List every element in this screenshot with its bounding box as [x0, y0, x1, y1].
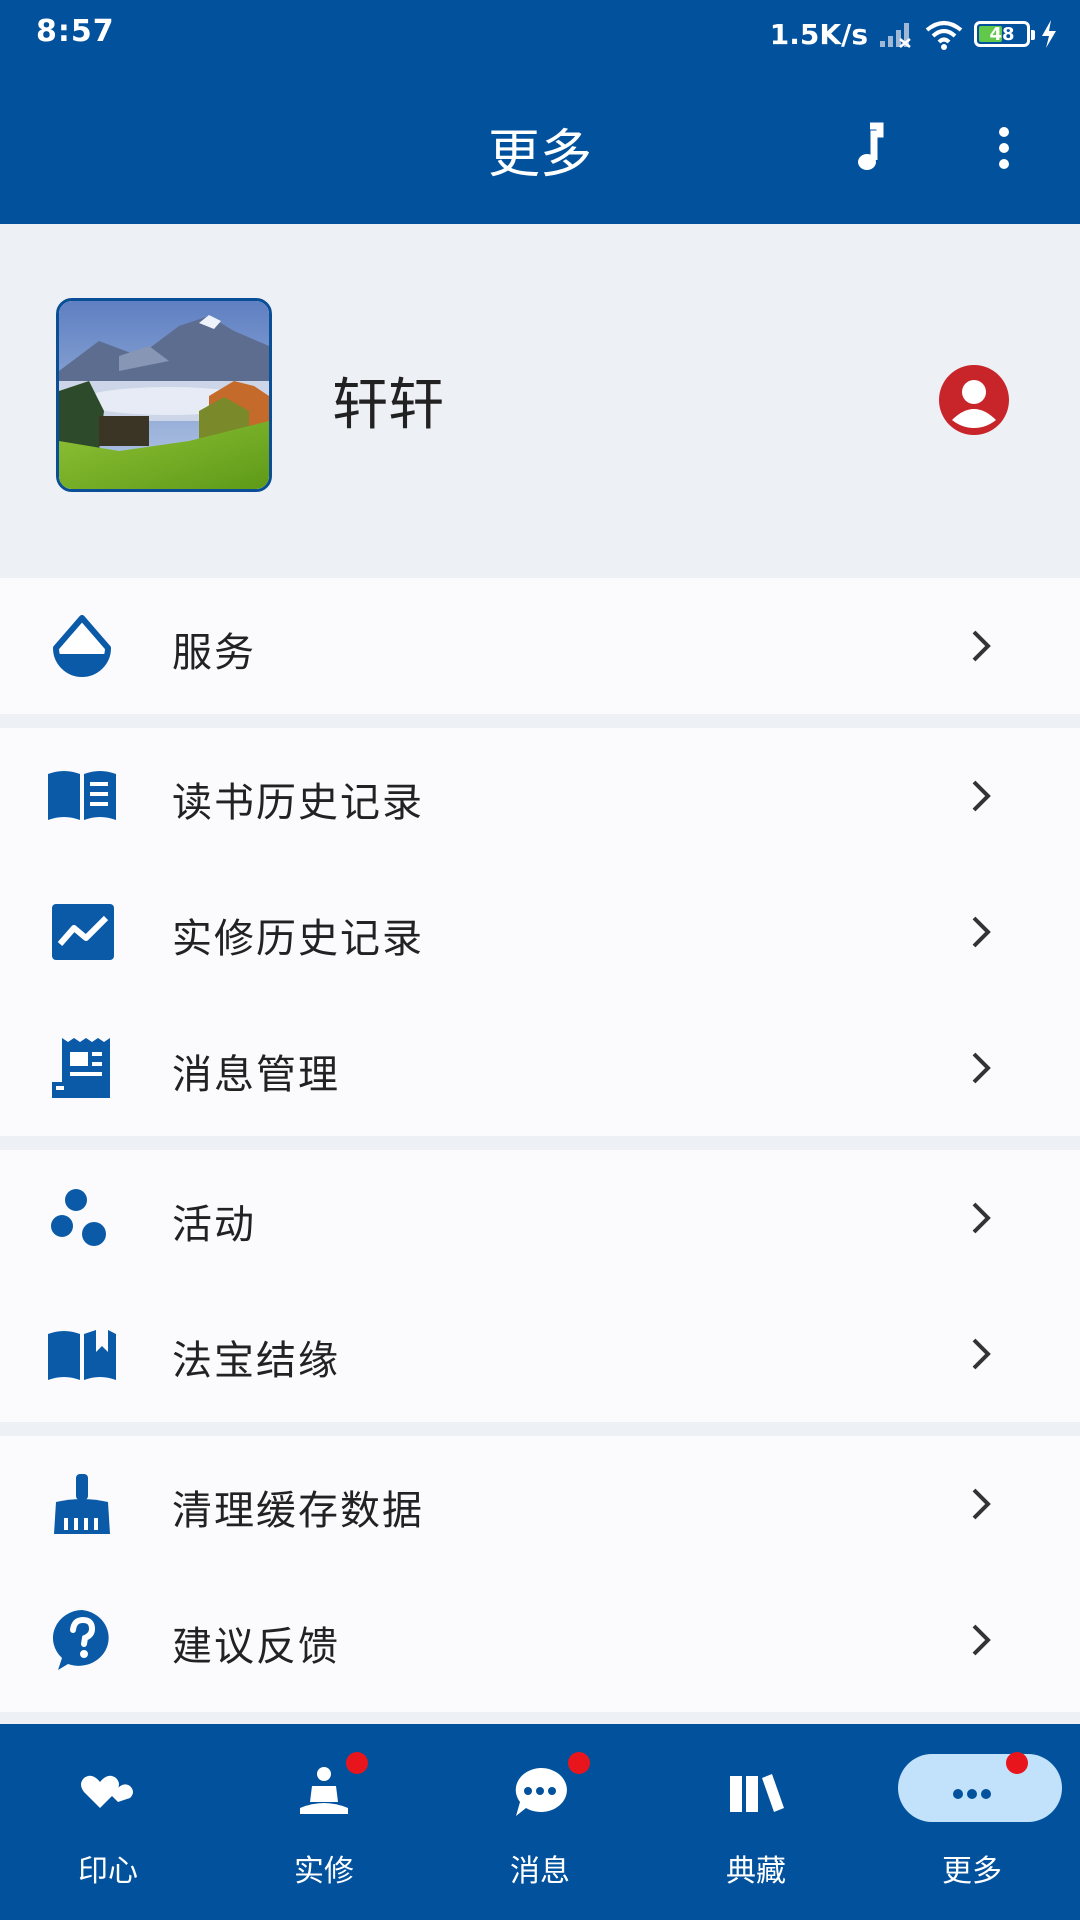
menu-item-clear-cache[interactable]: 清理缓存数据: [0, 1436, 1080, 1572]
wifi-icon: [925, 21, 963, 50]
tab-diancang[interactable]: 典藏: [648, 1724, 864, 1920]
menu-item-feedback[interactable]: 建议反馈: [0, 1572, 1080, 1708]
hearts-icon: [81, 1775, 133, 1808]
chevron-right-icon: [972, 916, 991, 948]
charging-icon: [1042, 20, 1056, 48]
network-speed: 1.5K/s: [769, 17, 868, 51]
battery-level: 48: [989, 23, 1015, 45]
tab-label: 实修: [294, 1854, 354, 1889]
broom-icon: [54, 1474, 110, 1534]
chat-bubble-icon: [515, 1767, 567, 1816]
receipt-icon: [52, 1038, 110, 1098]
tab-label: 典藏: [726, 1854, 786, 1889]
drop-service-icon: [53, 615, 111, 677]
menu-item-service[interactable]: 服务: [0, 578, 1080, 714]
bottom-tab-bar: 印心 实修 消息 典藏 更多: [0, 1724, 1080, 1920]
activity-dots-icon: [51, 1189, 106, 1246]
page-title: 更多: [487, 125, 592, 185]
more-horizontal-icon: [953, 1789, 991, 1799]
music-note-icon[interactable]: [840, 118, 900, 178]
tab-label: 消息: [510, 1854, 570, 1889]
more-vertical-icon[interactable]: [980, 118, 1028, 178]
chevron-right-icon: [972, 1624, 991, 1656]
status-bar: 8:57 1.5K/s 48: [0, 0, 1080, 68]
avatar[interactable]: [56, 298, 272, 492]
menu-item-label: 读书历史记录: [172, 780, 424, 826]
profile-header: 轩轩: [0, 224, 1080, 578]
battery-icon: 48: [974, 21, 1035, 47]
menu-item-activities[interactable]: 活动: [0, 1150, 1080, 1286]
chevron-right-icon: [972, 1488, 991, 1520]
menu-item-label: 消息管理: [172, 1052, 340, 1098]
status-time: 8:57: [36, 14, 115, 49]
tab-yinxin[interactable]: 印心: [0, 1724, 216, 1920]
menu-item-practice-history[interactable]: 实修历史记录: [0, 864, 1080, 1000]
tab-xiaoxi[interactable]: 消息: [432, 1724, 648, 1920]
open-book-icon: [48, 771, 116, 820]
chevron-right-icon: [972, 1202, 991, 1234]
chevron-right-icon: [972, 1052, 991, 1084]
menu-item-label: 活动: [172, 1202, 256, 1248]
menu-item-label: 服务: [172, 630, 256, 676]
notification-badge: [346, 1752, 368, 1774]
cell-signal-icon: [880, 23, 911, 48]
chevron-right-icon: [972, 780, 991, 812]
meditation-icon: [300, 1767, 348, 1814]
status-indicators: 1.5K/s 48: [770, 14, 1058, 54]
books-icon: [730, 1774, 784, 1812]
tab-label: 更多: [942, 1854, 1002, 1889]
menu-item-label: 实修历史记录: [172, 916, 424, 962]
notification-badge: [1006, 1752, 1028, 1774]
menu-item-dharma-treasure[interactable]: 法宝结缘: [0, 1286, 1080, 1422]
menu-item-label: 建议反馈: [172, 1624, 340, 1670]
user-circle-icon[interactable]: [938, 364, 1010, 436]
app-bar: 更多: [0, 68, 1080, 224]
menu-item-reading-history[interactable]: 读书历史记录: [0, 728, 1080, 864]
menu-group-4: 清理缓存数据 建议反馈: [0, 1436, 1080, 1712]
menu-group-1: 服务: [0, 578, 1080, 714]
username: 轩轩: [332, 373, 444, 438]
open-book-bookmark-icon: [48, 1330, 116, 1380]
menu-group-2: 读书历史记录 实修历史记录 消息管理: [0, 728, 1080, 1136]
chevron-right-icon: [972, 1338, 991, 1370]
tab-shixiu[interactable]: 实修: [216, 1724, 432, 1920]
tab-gengduo[interactable]: 更多: [864, 1724, 1080, 1920]
menu-group-3: 活动 法宝结缘: [0, 1150, 1080, 1422]
menu-item-label: 清理缓存数据: [172, 1488, 424, 1534]
tab-label: 印心: [78, 1854, 138, 1889]
question-bubble-icon: [52, 1610, 109, 1670]
menu-item-label: 法宝结缘: [172, 1338, 340, 1384]
notification-badge: [568, 1752, 590, 1774]
chevron-right-icon: [972, 630, 991, 662]
menu-item-message-management[interactable]: 消息管理: [0, 1000, 1080, 1136]
trend-chart-icon: [52, 904, 114, 960]
